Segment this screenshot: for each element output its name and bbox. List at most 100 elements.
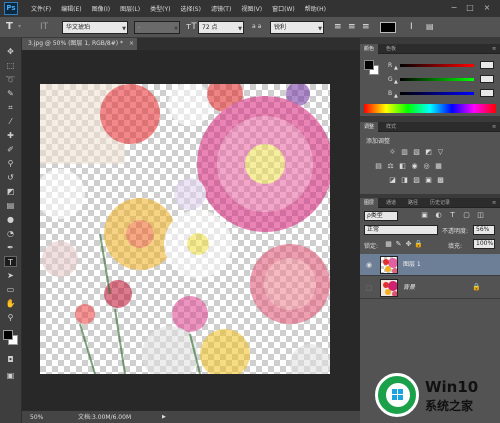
filter-smart-object-icon[interactable]: ◫ [476, 211, 485, 220]
align-left-icon[interactable]: ≡ [334, 21, 342, 33]
zoom-tool-icon[interactable]: ⚲ [4, 312, 17, 323]
eraser-tool-icon[interactable]: ◩ [4, 186, 17, 197]
lock-position-icon[interactable]: ✥ [404, 240, 413, 249]
eyedropper-icon[interactable]: ⁄ [4, 116, 17, 127]
clone-stamp-icon[interactable]: ⚲ [4, 158, 17, 169]
hand-tool-icon[interactable]: ✋ [4, 298, 17, 309]
lasso-tool-icon[interactable]: ➰ [4, 74, 17, 85]
gradient-map-icon[interactable]: ▩ [436, 176, 445, 185]
green-slider-handle[interactable]: ▲ [394, 79, 398, 85]
channel-mixer-icon[interactable]: ◎ [422, 162, 431, 171]
photo-filter-icon[interactable]: ◉ [410, 162, 419, 171]
move-tool-icon[interactable]: ✥ [4, 46, 17, 57]
quick-select-icon[interactable]: ✎ [4, 88, 17, 99]
tab-layers[interactable]: 图层 [360, 198, 379, 208]
character-panel-icon[interactable]: ▤ [426, 21, 434, 33]
close-icon[interactable]: × [129, 38, 134, 50]
close-window-button[interactable]: × [481, 2, 493, 13]
black-white-icon[interactable]: ◧ [398, 162, 407, 171]
red-slider-track[interactable] [400, 64, 474, 67]
blend-mode-select[interactable]: 正常 [364, 225, 438, 235]
history-brush-icon[interactable]: ↺ [4, 172, 17, 183]
lock-all-icon[interactable]: 🔒 [414, 240, 423, 249]
tab-styles[interactable]: 样式 [382, 122, 400, 132]
green-value-field[interactable] [480, 75, 494, 83]
filter-adjustment-icon[interactable]: ◐ [434, 211, 443, 220]
menu-edit[interactable]: 编辑(E) [56, 4, 86, 13]
quick-mask-icon[interactable]: ◘ [4, 354, 17, 365]
blue-value-field[interactable] [480, 89, 494, 97]
text-color-swatch[interactable] [380, 22, 396, 33]
brightness-contrast-icon[interactable]: ☼ [388, 148, 397, 157]
levels-icon[interactable]: ▥ [400, 148, 409, 157]
pen-tool-icon[interactable]: ✒ [4, 242, 17, 253]
color-balance-icon[interactable]: ⚖ [386, 162, 395, 171]
green-slider-track[interactable] [400, 78, 474, 81]
visibility-eye-icon[interactable]: □ [364, 283, 374, 293]
type-tool-icon[interactable]: T [4, 256, 17, 267]
invert-icon[interactable]: ◪ [388, 176, 397, 185]
panel-menu-icon[interactable]: ≡ [488, 198, 500, 208]
exposure-icon[interactable]: ◩ [424, 148, 433, 157]
minimize-button[interactable]: − [448, 2, 460, 13]
restore-button[interactable]: □ [464, 2, 476, 13]
filter-shape-icon[interactable]: ▢ [462, 211, 471, 220]
layer-filter-select[interactable]: ρ类型 [364, 211, 398, 221]
warp-text-icon[interactable]: Ⅰ [410, 21, 413, 33]
tab-adjustments[interactable]: 调整 [360, 122, 379, 132]
menu-select[interactable]: 选择(S) [175, 4, 206, 13]
curves-icon[interactable]: ▧ [412, 148, 421, 157]
red-value-field[interactable] [480, 61, 494, 69]
zoom-level[interactable]: 50% [30, 411, 43, 423]
font-size-select[interactable]: 72 点 ▼ [198, 21, 244, 34]
blur-tool-icon[interactable]: ● [4, 214, 17, 225]
align-right-icon[interactable]: ≡ [362, 21, 370, 33]
lock-transparent-icon[interactable]: ▦ [384, 240, 393, 249]
color-spectrum-bar[interactable] [364, 104, 496, 113]
layer-row-layer1[interactable]: ◉ 图层 1 [360, 254, 500, 276]
document-tab[interactable]: 3.jpg @ 50% (图层 1, RGB/8#) * [22, 38, 137, 50]
align-center-icon[interactable]: ≡ [348, 21, 356, 33]
blue-slider-handle[interactable]: ▲ [394, 93, 398, 99]
foreground-color[interactable] [364, 60, 374, 70]
foreground-swatch[interactable] [3, 330, 13, 340]
dodge-tool-icon[interactable]: ◔ [4, 228, 17, 239]
brush-tool-icon[interactable]: ✐ [4, 144, 17, 155]
filter-pixel-icon[interactable]: ▣ [420, 211, 429, 220]
menu-filter[interactable]: 滤镜(T) [206, 4, 236, 13]
path-select-icon[interactable]: ➤ [4, 270, 17, 281]
anti-alias-select[interactable]: 锐利 ▼ [270, 21, 324, 34]
font-family-select[interactable]: 华文琥珀 ▼ [62, 21, 128, 34]
tab-swatches[interactable]: 色板 [382, 44, 400, 54]
filter-type-icon[interactable]: T [448, 211, 457, 220]
menu-layer[interactable]: 图层(L) [115, 4, 145, 13]
crop-tool-icon[interactable]: ⌗ [4, 102, 17, 113]
selective-color-icon[interactable]: ▣ [424, 176, 433, 185]
font-style-select[interactable]: - ▼ [134, 21, 180, 34]
toggle-orientation-icon[interactable]: ⅠT [40, 21, 48, 33]
menu-view[interactable]: 视图(V) [236, 4, 267, 13]
shape-tool-icon[interactable]: ▭ [4, 284, 17, 295]
menu-file[interactable]: 文件(F) [26, 4, 56, 13]
panel-menu-icon[interactable]: ≡ [488, 44, 500, 54]
menu-help[interactable]: 帮助(H) [300, 4, 331, 13]
visibility-eye-icon[interactable]: ◉ [364, 260, 374, 270]
tab-paths[interactable]: 路径 [404, 198, 422, 208]
gradient-tool-icon[interactable]: ▤ [4, 200, 17, 211]
status-menu-arrow[interactable]: ▶ [162, 411, 166, 423]
image-canvas[interactable] [40, 84, 330, 374]
menu-window[interactable]: 窗口(W) [267, 4, 300, 13]
opacity-field[interactable]: 56% [473, 225, 495, 235]
fill-field[interactable]: 100% [473, 239, 495, 249]
menu-type[interactable]: 类型(Y) [145, 4, 175, 13]
screen-mode-icon[interactable]: ▣ [4, 370, 17, 381]
color-lookup-icon[interactable]: ▦ [434, 162, 443, 171]
hue-saturation-icon[interactable]: ▤ [374, 162, 383, 171]
type-tool-icon[interactable]: T [6, 21, 13, 33]
healing-brush-icon[interactable]: ✚ [4, 130, 17, 141]
lock-image-icon[interactable]: ✎ [394, 240, 403, 249]
tab-history[interactable]: 历史记录 [426, 198, 454, 208]
marquee-tool-icon[interactable]: ⬚ [4, 60, 17, 71]
layer-row-background[interactable]: □ 背景 🔒 [360, 277, 500, 299]
vibrance-icon[interactable]: ▽ [436, 148, 445, 157]
